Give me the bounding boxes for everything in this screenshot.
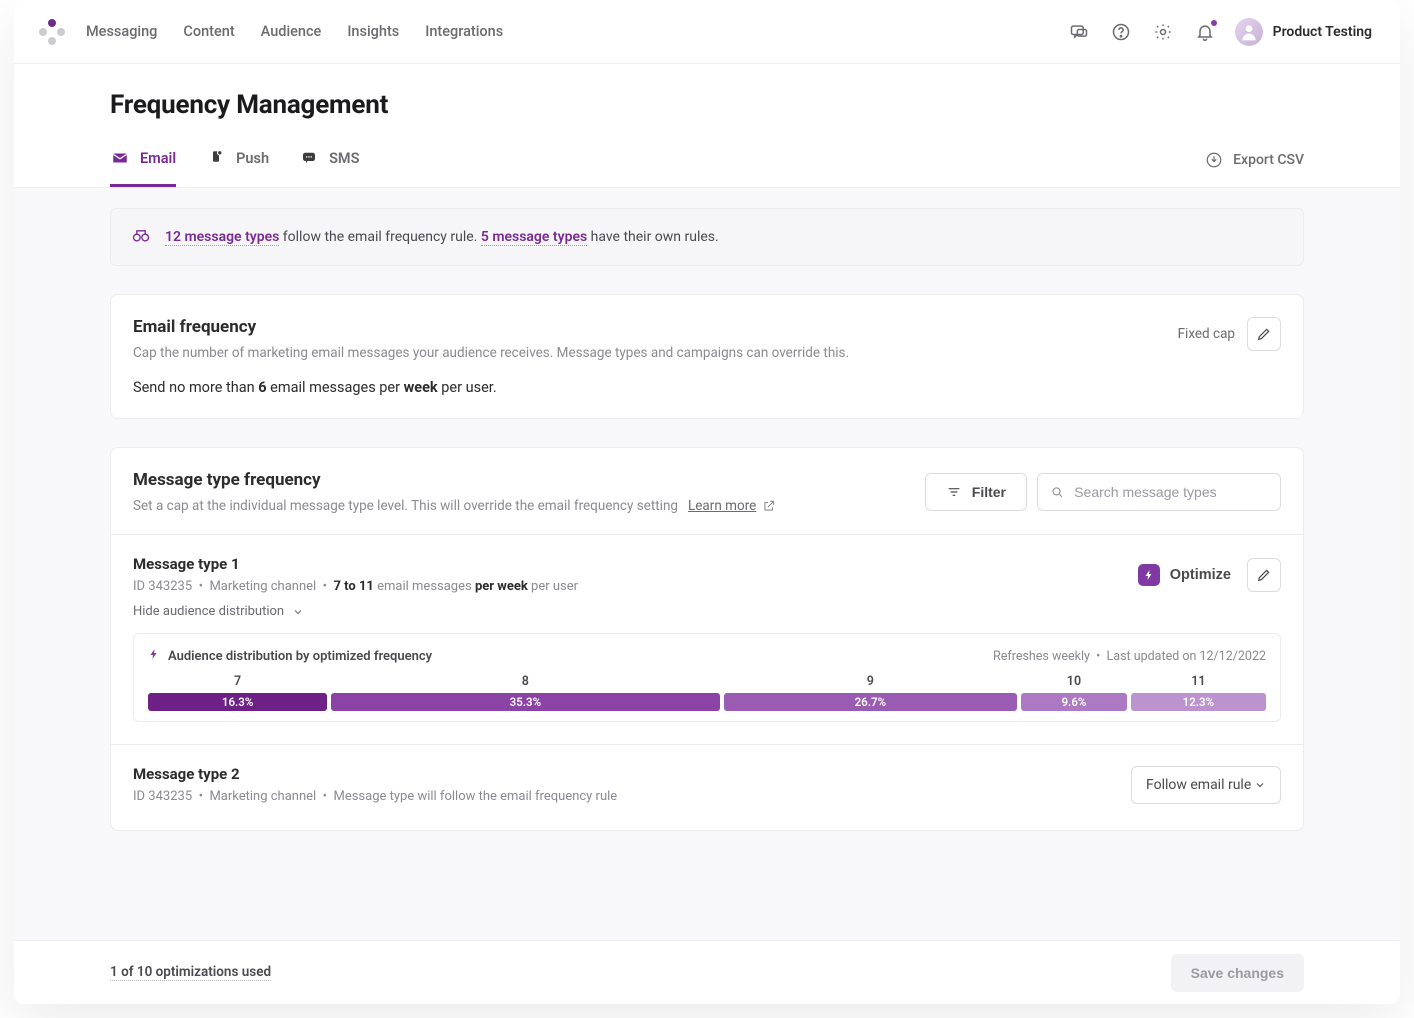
- distribution-panel: Audience distribution by optimized frequ…: [133, 633, 1281, 722]
- search-icon: [1050, 484, 1064, 500]
- page-title: Frequency Management: [110, 90, 1304, 120]
- banner-text: 12 message types follow the email freque…: [165, 229, 719, 245]
- download-icon: [1205, 151, 1223, 169]
- bell-icon[interactable]: [1193, 20, 1217, 44]
- save-changes-button[interactable]: Save changes: [1171, 954, 1304, 992]
- brand-logo[interactable]: [34, 14, 70, 50]
- nav-links: Messaging Content Audience Insights Inte…: [86, 23, 503, 40]
- banner-link-12[interactable]: 12 message types: [165, 229, 279, 246]
- edit-mt1-button[interactable]: [1247, 558, 1281, 592]
- top-navigation: Messaging Content Audience Insights Inte…: [14, 0, 1400, 64]
- export-csv-label: Export CSV: [1233, 152, 1304, 168]
- mt2-title: Message type 2: [133, 765, 617, 783]
- mt1-title: Message type 1: [133, 555, 578, 573]
- learn-more-link[interactable]: Learn more: [688, 498, 776, 514]
- toggle-distribution[interactable]: Hide audience distribution: [133, 604, 1281, 619]
- email-freq-rule: Send no more than 6 email messages per w…: [133, 379, 1281, 396]
- message-type-1: Message type 1 ID 343235 • Marketing cha…: [111, 535, 1303, 745]
- bolt-icon: [1143, 569, 1155, 581]
- filter-label: Filter: [972, 484, 1006, 500]
- dist-bar: 12.3%: [1131, 693, 1266, 711]
- tab-email-label: Email: [140, 150, 176, 167]
- dist-bars: 16.3%35.3% 26.7%9.6%12.3%: [148, 693, 1266, 711]
- banner-link-5[interactable]: 5 message types: [481, 229, 587, 246]
- settings-icon[interactable]: [1151, 20, 1175, 44]
- page-header: Frequency Management Email Push: [14, 64, 1400, 188]
- banner-text-mid: follow the email frequency rule.: [279, 229, 481, 245]
- email-frequency-card: Email frequency Cap the number of market…: [110, 294, 1304, 419]
- pencil-icon: [1256, 326, 1272, 342]
- dist-title: Audience distribution by optimized frequ…: [168, 649, 432, 664]
- toggle-distribution-label: Hide audience distribution: [133, 604, 284, 619]
- dist-bar: 26.7%: [724, 693, 1018, 711]
- optimize-button[interactable]: Optimize: [1132, 560, 1237, 590]
- chevron-down-icon: [292, 606, 304, 618]
- nav-messaging[interactable]: Messaging: [86, 23, 157, 40]
- tab-sms[interactable]: SMS: [299, 148, 359, 187]
- dist-bar: 35.3%: [331, 693, 719, 711]
- filter-icon: [946, 484, 962, 500]
- filter-button[interactable]: Filter: [925, 473, 1027, 511]
- follow-rule-select[interactable]: Follow email rule: [1131, 766, 1281, 804]
- tab-push[interactable]: Push: [206, 148, 269, 187]
- email-freq-title: Email frequency: [133, 317, 849, 337]
- help-icon[interactable]: [1109, 20, 1133, 44]
- message-type-frequency-card: Message type frequency Set a cap at the …: [110, 447, 1304, 831]
- external-link-icon: [762, 499, 776, 513]
- optimize-label: Optimize: [1170, 567, 1231, 583]
- info-banner: 12 message types follow the email freque…: [110, 208, 1304, 266]
- fixed-cap-label: Fixed cap: [1178, 326, 1235, 342]
- edit-email-frequency-button[interactable]: [1247, 317, 1281, 351]
- bottom-bar: 1 of 10 optimizations used Save changes: [14, 940, 1400, 1004]
- tab-push-label: Push: [236, 150, 269, 167]
- mt-freq-subtitle: Set a cap at the individual message type…: [133, 498, 678, 514]
- user-name: Product Testing: [1273, 24, 1372, 40]
- sms-icon: [299, 148, 319, 168]
- bolt-icon: [148, 648, 160, 664]
- tab-sms-label: SMS: [329, 150, 359, 167]
- dist-bar-labels: 78910 11: [148, 674, 1266, 689]
- email-freq-subtitle: Cap the number of marketing email messag…: [133, 345, 849, 361]
- search-message-types[interactable]: [1037, 473, 1281, 511]
- nav-icons: [1067, 20, 1217, 44]
- nav-insights[interactable]: Insights: [347, 23, 399, 40]
- nav-content[interactable]: Content: [183, 23, 234, 40]
- dist-bar-label: 9: [724, 674, 1018, 689]
- export-csv-button[interactable]: Export CSV: [1205, 151, 1304, 185]
- tab-email[interactable]: Email: [110, 148, 176, 187]
- search-input[interactable]: [1074, 484, 1268, 500]
- dist-bar: 16.3%: [148, 693, 327, 711]
- banner-text-end: have their own rules.: [587, 229, 719, 245]
- dist-bar-label: 10: [1021, 674, 1127, 689]
- follow-rule-label: Follow email rule: [1146, 777, 1251, 793]
- avatar: [1235, 18, 1263, 46]
- optimizations-used[interactable]: 1 of 10 optimizations used: [110, 964, 271, 981]
- chat-icon[interactable]: [1067, 20, 1091, 44]
- dist-bar-label: 7: [148, 674, 327, 689]
- mt-freq-title: Message type frequency: [133, 470, 776, 490]
- mt2-meta: ID 343235 • Marketing channel • Message …: [133, 789, 617, 804]
- chevron-down-icon: [1254, 779, 1266, 791]
- channel-tabs: Email Push SMS: [110, 148, 359, 187]
- user-menu[interactable]: Product Testing: [1235, 18, 1372, 46]
- notification-dot: [1211, 20, 1217, 26]
- dist-bar-label: 11: [1131, 674, 1266, 689]
- email-icon: [110, 148, 130, 168]
- dist-refresh-info: Refreshes weekly • Last updated on 12/12…: [993, 649, 1266, 664]
- dist-bar: 9.6%: [1021, 693, 1127, 711]
- bolt-badge: [1138, 564, 1160, 586]
- message-type-2: Message type 2 ID 343235 • Marketing cha…: [111, 745, 1303, 830]
- nav-integrations[interactable]: Integrations: [425, 23, 503, 40]
- binoculars-icon: [131, 225, 151, 249]
- push-icon: [206, 148, 226, 168]
- page-body: 12 message types follow the email freque…: [14, 188, 1400, 940]
- nav-audience[interactable]: Audience: [261, 23, 322, 40]
- mt1-meta: ID 343235 • Marketing channel • 7 to 11 …: [133, 579, 578, 594]
- dist-bar-label: 8: [331, 674, 719, 689]
- pencil-icon: [1256, 567, 1272, 583]
